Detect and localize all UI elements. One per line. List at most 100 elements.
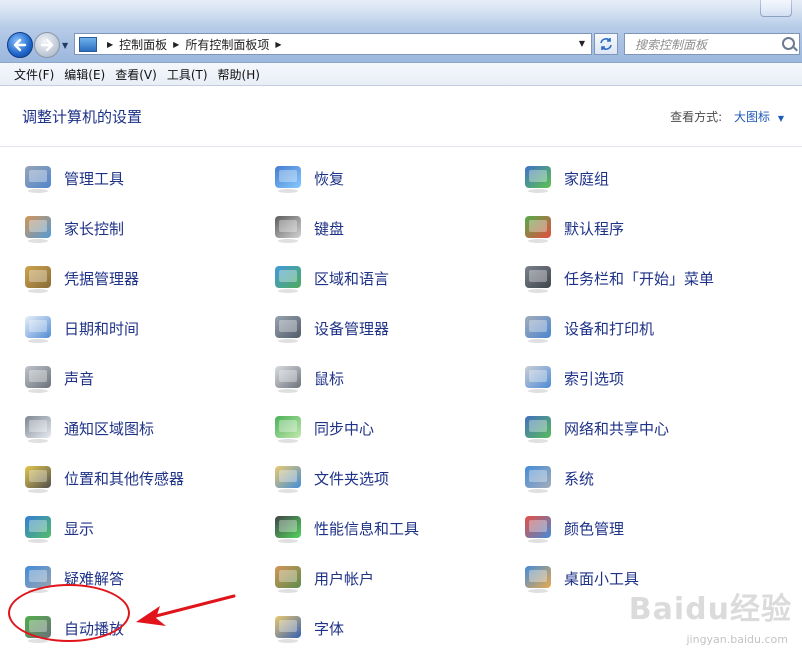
menu-edit[interactable]: 编辑(E) xyxy=(60,66,111,83)
menu-help[interactable]: 帮助(H) xyxy=(214,66,266,83)
item-label: 显示 xyxy=(64,519,95,538)
control-panel-item[interactable]: 恢复 xyxy=(272,161,344,195)
forward-arrow-icon xyxy=(40,38,54,52)
breadcrumb-control-panel[interactable]: 控制面板 xyxy=(119,36,167,53)
address-dropdown-icon[interactable]: ▼ xyxy=(575,34,589,54)
item-label: 性能信息和工具 xyxy=(314,519,420,538)
back-button[interactable] xyxy=(7,32,33,58)
window-chrome: ▼ ▶ 控制面板 ▶ 所有控制面板项 ▶ ▼ xyxy=(0,0,802,63)
annotation-arrow-icon xyxy=(136,594,236,626)
view-by: 查看方式: 大图标 ▼ xyxy=(670,108,784,125)
sync-center-icon xyxy=(272,412,304,444)
breadcrumb-chevron-icon[interactable]: ▶ xyxy=(275,40,281,49)
chevron-down-icon[interactable]: ▼ xyxy=(778,114,784,123)
refresh-icon xyxy=(600,38,612,50)
forward-button[interactable] xyxy=(34,32,60,58)
control-panel-item[interactable]: 家长控制 xyxy=(22,211,124,245)
credential-manager-icon xyxy=(22,262,54,294)
control-panel-item[interactable]: 凭据管理器 xyxy=(22,261,139,295)
system-icon xyxy=(522,462,554,494)
refresh-button[interactable] xyxy=(594,33,618,55)
breadcrumb-chevron-icon[interactable]: ▶ xyxy=(173,40,179,49)
control-panel-item[interactable]: 颜色管理 xyxy=(522,511,624,545)
control-panel-item[interactable]: 字体 xyxy=(272,611,344,645)
back-arrow-icon xyxy=(13,38,27,52)
control-panel-item[interactable]: 任务栏和「开始」菜单 xyxy=(522,261,714,295)
parental-controls-icon xyxy=(22,212,54,244)
item-label: 同步中心 xyxy=(314,419,375,438)
control-panel-item[interactable]: 默认程序 xyxy=(522,211,624,245)
menu-file[interactable]: 文件(F) xyxy=(0,66,60,83)
default-programs-icon xyxy=(522,212,554,244)
control-panel-item[interactable]: 用户帐户 xyxy=(272,561,374,595)
control-panel-item[interactable]: 家庭组 xyxy=(522,161,609,195)
devices-printers-icon xyxy=(522,312,554,344)
view-by-label: 查看方式: xyxy=(670,110,723,124)
control-panel-item[interactable]: 键盘 xyxy=(272,211,344,245)
item-label: 任务栏和「开始」菜单 xyxy=(564,269,715,288)
item-label: 凭据管理器 xyxy=(64,269,140,288)
history-dropdown-icon[interactable]: ▼ xyxy=(62,41,68,50)
homegroup-icon xyxy=(522,162,554,194)
item-label: 默认程序 xyxy=(564,219,625,238)
menu-bar: 文件(F) 编辑(E) 查看(V) 工具(T) 帮助(H) xyxy=(0,63,802,86)
breadcrumb-all-items[interactable]: 所有控制面板项 xyxy=(185,36,269,53)
item-label: 文件夹选项 xyxy=(314,469,390,488)
item-label: 索引选项 xyxy=(564,369,625,388)
control-panel-item[interactable]: 桌面小工具 xyxy=(522,561,639,595)
control-panel-item[interactable]: 文件夹选项 xyxy=(272,461,389,495)
annotation-circle xyxy=(8,584,130,642)
breadcrumb-chevron-icon[interactable]: ▶ xyxy=(107,40,113,49)
close-window-button[interactable] xyxy=(760,0,792,17)
item-label: 设备管理器 xyxy=(314,319,390,338)
item-label: 位置和其他传感器 xyxy=(64,469,185,488)
item-label: 键盘 xyxy=(314,219,345,238)
control-panel-item[interactable]: 鼠标 xyxy=(272,361,344,395)
menu-tools[interactable]: 工具(T) xyxy=(163,66,214,83)
control-panel-item[interactable]: 显示 xyxy=(22,511,94,545)
watermark-logo: Baidu经验 xyxy=(628,592,792,627)
control-panel-item[interactable]: 位置和其他传感器 xyxy=(22,461,184,495)
control-panel-item[interactable]: 区域和语言 xyxy=(272,261,389,295)
search-input[interactable] xyxy=(633,35,777,55)
item-label: 管理工具 xyxy=(64,169,125,188)
folder-options-icon xyxy=(272,462,304,494)
performance-icon xyxy=(272,512,304,544)
control-panel-item[interactable]: 同步中心 xyxy=(272,411,374,445)
region-language-icon xyxy=(272,262,304,294)
search-icon[interactable] xyxy=(782,37,795,50)
keyboard-icon xyxy=(272,212,304,244)
control-panel-item[interactable]: 声音 xyxy=(22,361,94,395)
control-panel-item[interactable]: 管理工具 xyxy=(22,161,124,195)
desktop-gadgets-icon xyxy=(522,562,554,594)
view-by-dropdown[interactable]: 大图标 xyxy=(734,110,770,124)
item-label: 颜色管理 xyxy=(564,519,625,538)
control-panel-item[interactable]: 设备管理器 xyxy=(272,311,389,345)
control-panel-item[interactable]: 日期和时间 xyxy=(22,311,139,345)
control-panel-item[interactable]: 通知区域图标 xyxy=(22,411,154,445)
item-label: 字体 xyxy=(314,619,345,638)
color-management-icon xyxy=(522,512,554,544)
control-panel-item[interactable]: 设备和打印机 xyxy=(522,311,654,345)
item-label: 日期和时间 xyxy=(64,319,140,338)
item-label: 网络和共享中心 xyxy=(564,419,670,438)
item-label: 区域和语言 xyxy=(314,269,390,288)
address-bar[interactable]: ▶ 控制面板 ▶ 所有控制面板项 ▶ ▼ xyxy=(74,33,592,55)
item-label: 用户帐户 xyxy=(314,569,375,588)
date-time-icon xyxy=(22,312,54,344)
search-box[interactable] xyxy=(624,33,800,55)
content-pane: 调整计算机的设置 查看方式: 大图标 ▼ 管理工具 恢复 家庭组 家长控制 键盘 默认程序… xyxy=(0,86,802,650)
control-panel-item[interactable]: 性能信息和工具 xyxy=(272,511,419,545)
user-accounts-icon xyxy=(272,562,304,594)
control-panel-item[interactable]: 索引选项 xyxy=(522,361,624,395)
item-label: 设备和打印机 xyxy=(564,319,655,338)
control-panel-item[interactable]: 系统 xyxy=(522,461,594,495)
mouse-icon xyxy=(272,362,304,394)
location-sensors-icon xyxy=(22,462,54,494)
control-panel-item[interactable]: 网络和共享中心 xyxy=(522,411,669,445)
item-label: 桌面小工具 xyxy=(564,569,640,588)
fonts-icon xyxy=(272,612,304,644)
menu-view[interactable]: 查看(V) xyxy=(111,66,163,83)
taskbar-start-icon xyxy=(522,262,554,294)
divider xyxy=(0,146,802,147)
